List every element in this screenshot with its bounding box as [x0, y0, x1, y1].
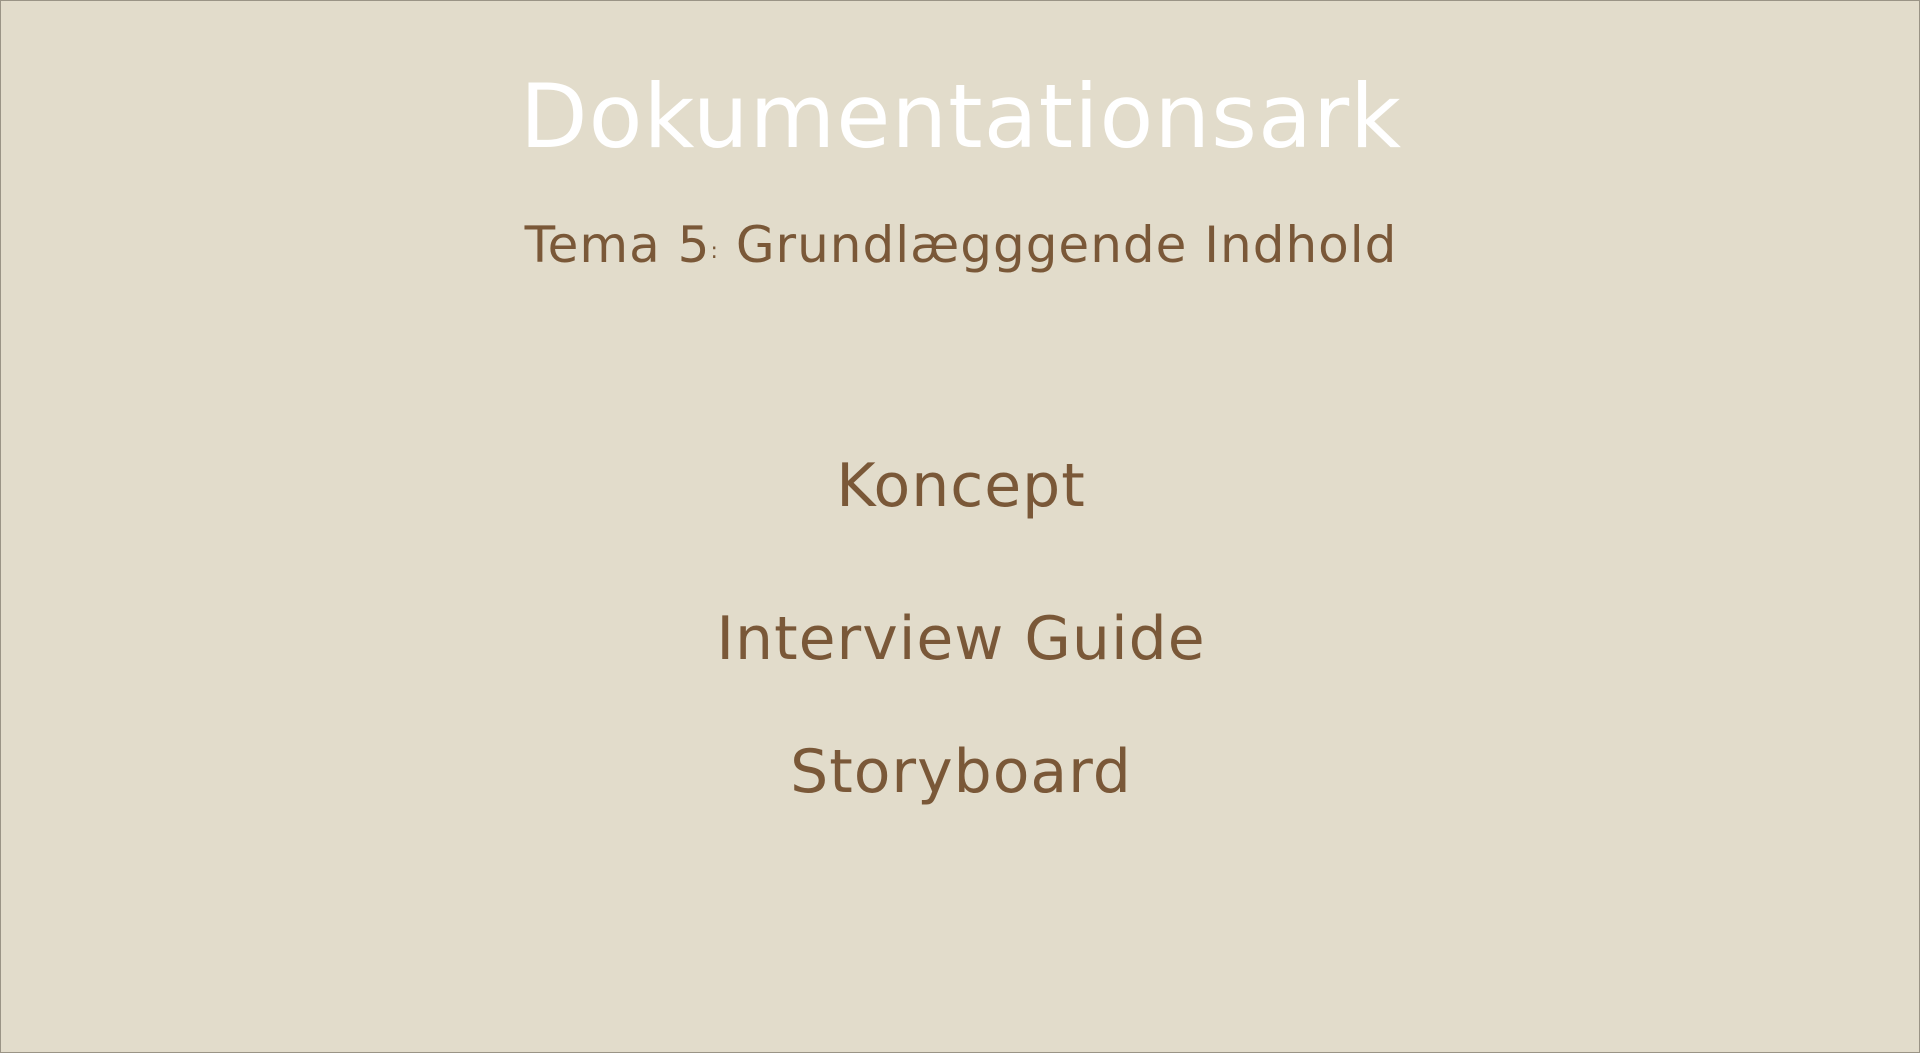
item-storyboard: Storyboard [790, 737, 1132, 807]
subtitle-prefix: Tema 5 [524, 216, 711, 274]
slide-title: Dokumentationsark [519, 65, 1403, 168]
slide-subtitle: Tema 5: Grundlægggende Indhold [1, 215, 1920, 282]
item-interview-guide: Interview Guide [716, 604, 1206, 674]
item-koncept: Koncept [836, 451, 1086, 521]
subtitle-separator: : [710, 239, 719, 264]
slide: Dokumentationsark Tema 5: Grundlægggende… [0, 0, 1920, 1053]
subtitle-text: Grundlægggende Indhold [735, 216, 1398, 274]
